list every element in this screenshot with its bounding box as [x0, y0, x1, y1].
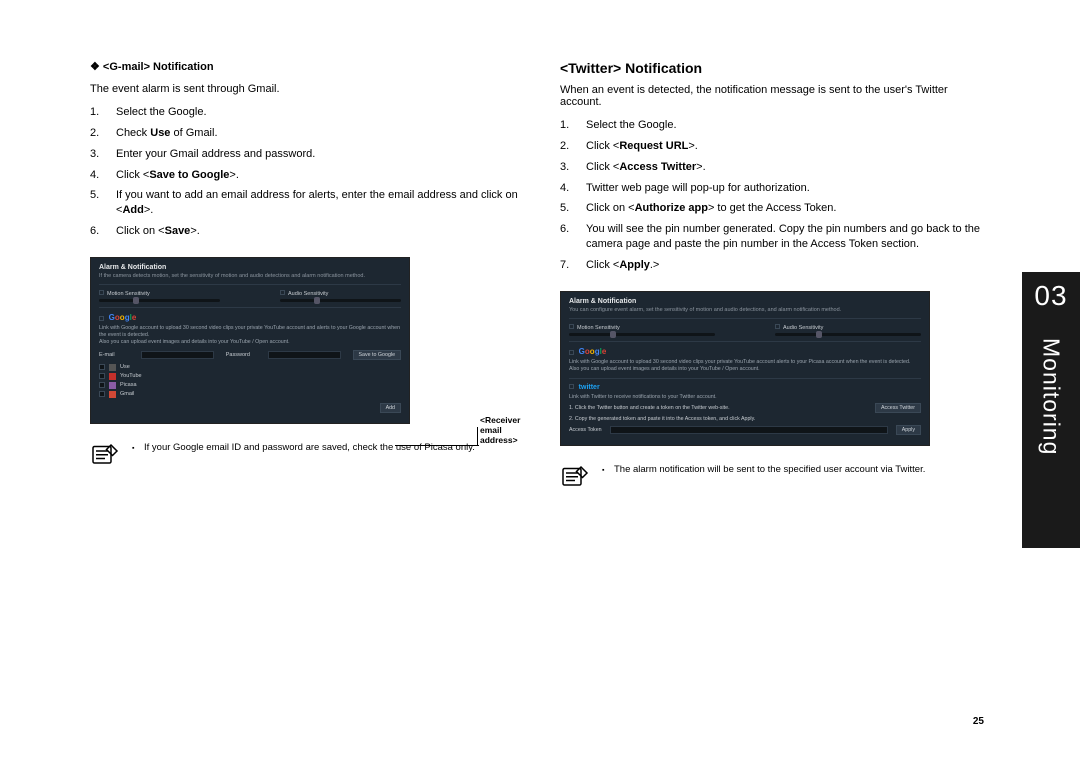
list-item: Click on <Save>.	[90, 224, 520, 239]
password-field[interactable]	[268, 351, 341, 359]
list-item: Select the Google.	[560, 118, 990, 133]
picasa-icon	[109, 382, 116, 389]
twitter-desc: When an event is detected, the notificat…	[560, 84, 990, 108]
gmail-steps: Select the Google. Check Use of Gmail. E…	[90, 105, 520, 239]
chapter-number: 03	[1034, 280, 1067, 312]
left-column: <G-mail> Notification The event alarm is…	[90, 60, 520, 761]
access-twitter-button[interactable]: Access Twitter	[875, 403, 921, 413]
checkbox[interactable]	[99, 391, 105, 397]
list-item: Click <Apply.>	[560, 258, 990, 273]
shot-subtitle: If the camera detects motion, set the se…	[99, 273, 401, 279]
list-item: Click <Save to Google>.	[90, 168, 520, 183]
motion-slider[interactable]	[569, 333, 715, 336]
gmail-config-screenshot: Alarm & Notification If the camera detec…	[90, 257, 410, 424]
receiver-callout: <Receiveremail address>	[480, 415, 520, 445]
audio-slider[interactable]	[280, 299, 401, 302]
email-field[interactable]	[141, 351, 214, 359]
list-item: Click <Request URL>.	[560, 139, 990, 154]
chapter-title: Monitoring	[1038, 338, 1065, 455]
service-icon	[109, 364, 116, 371]
twitter-steps: Select the Google. Click <Request URL>. …	[560, 118, 990, 273]
save-to-google-button[interactable]: Save to Google	[353, 350, 402, 360]
gmail-screenshot-wrap: Alarm & Notification If the camera detec…	[90, 257, 520, 424]
note-text: If your Google email ID and password are…	[132, 442, 475, 454]
gmail-desc: The event alarm is sent through Gmail.	[90, 83, 520, 95]
add-button[interactable]: Add	[380, 403, 401, 413]
note-icon	[90, 442, 120, 466]
youtube-icon	[109, 373, 116, 380]
page-number: 25	[973, 716, 984, 727]
list-item: If you want to add an email address for …	[90, 188, 520, 218]
twitter-note: The alarm notification will be sent to t…	[560, 464, 990, 488]
twitter-config-screenshot: Alarm & Notification You can configure e…	[560, 291, 930, 447]
list-item: You will see the pin number generated. C…	[560, 222, 990, 252]
list-item: Select the Google.	[90, 105, 520, 120]
manual-page: <G-mail> Notification The event alarm is…	[0, 0, 1080, 761]
right-column: <Twitter> Notification When an event is …	[560, 60, 990, 761]
apply-button[interactable]: Apply	[896, 425, 921, 435]
google-desc: Link with Google account to upload 30 se…	[569, 359, 921, 373]
gmail-heading: <G-mail> Notification	[90, 60, 520, 73]
service-list: Use YouTube Picasa Gmail	[99, 363, 401, 399]
checkbox[interactable]	[99, 373, 105, 379]
receiver-email-field[interactable]	[99, 403, 374, 413]
shot-title: Alarm & Notification	[569, 298, 921, 305]
access-token-field[interactable]	[610, 426, 888, 434]
google-logo: Google	[579, 347, 607, 356]
chapter-sidebar: 03 Monitoring	[1022, 272, 1080, 548]
checkbox[interactable]	[99, 382, 105, 388]
note-text: The alarm notification will be sent to t…	[602, 464, 925, 476]
note-icon	[560, 464, 590, 488]
list-item: Twitter web page will pop-up for authori…	[560, 181, 990, 196]
list-item: Click <Access Twitter>.	[560, 160, 990, 175]
gmail-icon	[109, 391, 116, 398]
twitter-logo: twitter	[579, 384, 600, 391]
twitter-heading: <Twitter> Notification	[560, 60, 990, 76]
audio-slider[interactable]	[775, 333, 921, 336]
list-item: Check Use of Gmail.	[90, 126, 520, 141]
shot-title: Alarm & Notification	[99, 264, 401, 271]
motion-slider[interactable]	[99, 299, 220, 302]
google-desc: Link with Google account to upload 30 se…	[99, 325, 401, 346]
twitter-desc-inner: Link with Twitter to receive notificatio…	[569, 394, 921, 401]
checkbox[interactable]	[99, 364, 105, 370]
google-logo: Google	[109, 313, 137, 322]
list-item: Enter your Gmail address and password.	[90, 147, 520, 162]
gmail-note: If your Google email ID and password are…	[90, 442, 520, 466]
twitter-screenshot-wrap: Alarm & Notification You can configure e…	[560, 291, 990, 447]
list-item: Click on <Authorize app> to get the Acce…	[560, 201, 990, 216]
shot-subtitle: You can configure event alarm, set the s…	[569, 307, 921, 313]
